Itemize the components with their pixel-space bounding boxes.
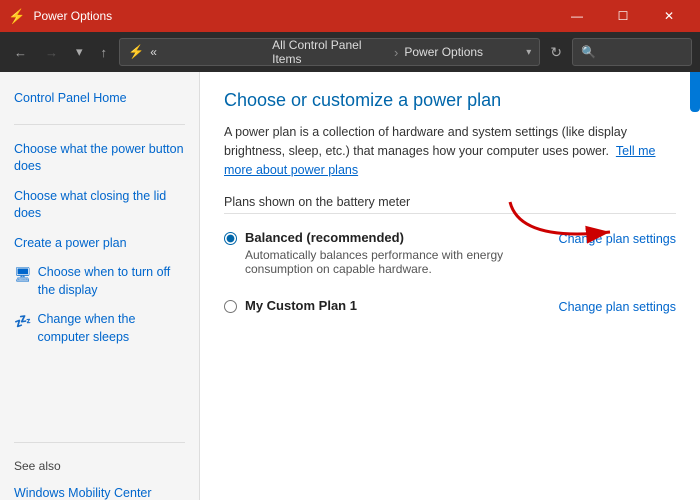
sleep-icon: 💤 xyxy=(14,312,31,332)
window-title: Power Options xyxy=(33,9,546,23)
display-icon: 🖥 xyxy=(14,265,32,285)
forward-button[interactable]: → xyxy=(39,41,64,64)
main-content: Control Panel Home Choose what the power… xyxy=(0,72,700,500)
title-bar: ⚡ Power Options — ☐ ✕ xyxy=(0,0,700,32)
page-title: Choose or customize a power plan xyxy=(224,90,676,111)
plan-desc-balanced: Automatically balances performance with … xyxy=(245,248,559,276)
plan-radio-balanced[interactable] xyxy=(224,232,237,245)
plan-row-custom: My Custom Plan 1 Change plan settings xyxy=(224,294,676,318)
address-part1: « xyxy=(150,45,266,59)
sidebar-item-label-2: Create a power plan xyxy=(14,235,127,253)
plan-name-custom: My Custom Plan 1 xyxy=(245,298,357,313)
sidebar-item-power-button[interactable]: Choose what the power button does xyxy=(0,135,199,182)
close-button[interactable]: ✕ xyxy=(646,0,692,32)
sidebar-item-label-1: Choose what closing the lid does xyxy=(14,188,185,223)
plan-row-balanced: Balanced (recommended) Automatically bal… xyxy=(224,226,676,280)
window-controls: — ☐ ✕ xyxy=(554,0,692,32)
breadcrumb-separator: › xyxy=(394,45,398,60)
plan-left-balanced: Balanced (recommended) Automatically bal… xyxy=(224,230,559,276)
app-icon: ⚡ xyxy=(8,8,25,25)
home-label: Control Panel Home xyxy=(14,90,127,108)
back-button[interactable]: ← xyxy=(8,41,33,64)
sidebar-item-lid[interactable]: Choose what closing the lid does xyxy=(0,182,199,229)
sidebar-divider-2 xyxy=(14,442,185,443)
see-also-label: See also xyxy=(0,453,199,479)
dropdown-button[interactable]: ▾ xyxy=(70,40,89,64)
address-bar: ← → ▾ ↑ ⚡ « All Control Panel Items › Po… xyxy=(0,32,700,72)
sidebar-link-mobility[interactable]: Windows Mobility Center xyxy=(0,479,199,500)
maximize-button[interactable]: ☐ xyxy=(600,0,646,32)
plan-name-balanced: Balanced (recommended) xyxy=(245,230,559,245)
refresh-button[interactable]: ↻ xyxy=(546,40,566,65)
sidebar: Control Panel Home Choose what the power… xyxy=(0,72,200,500)
change-plan-link-custom[interactable]: Change plan settings xyxy=(559,300,676,314)
up-button[interactable]: ↑ xyxy=(95,41,114,64)
sidebar-divider-1 xyxy=(14,124,185,125)
content-area: Choose or customize a power plan A power… xyxy=(200,72,700,500)
sidebar-item-label-0: Choose what the power button does xyxy=(14,141,185,176)
search-box[interactable]: 🔍 xyxy=(572,38,692,66)
plan-left-custom: My Custom Plan 1 xyxy=(224,298,559,313)
section-label: Plans shown on the battery meter xyxy=(224,195,676,214)
address-breadcrumb2: Power Options xyxy=(404,45,520,59)
address-chevron-icon[interactable]: ▾ xyxy=(526,47,531,58)
scrollbar-indicator[interactable] xyxy=(690,72,700,112)
sidebar-item-sleep[interactable]: 💤 Change when the computer sleeps xyxy=(0,305,199,352)
sidebar-item-display[interactable]: 🖥 Choose when to turn off the display xyxy=(0,258,199,305)
minimize-button[interactable]: — xyxy=(554,0,600,32)
address-field[interactable]: ⚡ « All Control Panel Items › Power Opti… xyxy=(119,38,540,66)
search-icon: 🔍 xyxy=(581,45,596,59)
content-description: A power plan is a collection of hardware… xyxy=(224,123,676,179)
change-plan-link-balanced[interactable]: Change plan settings xyxy=(559,232,676,246)
mobility-center-label: Windows Mobility Center xyxy=(14,485,152,500)
address-breadcrumb1: All Control Panel Items xyxy=(272,38,388,66)
plan-radio-custom[interactable] xyxy=(224,300,237,313)
sidebar-item-label-3: Choose when to turn off the display xyxy=(38,264,185,299)
sidebar-item-home[interactable]: Control Panel Home xyxy=(0,84,199,114)
sidebar-item-create-plan[interactable]: Create a power plan xyxy=(0,229,199,259)
sidebar-item-label-4: Change when the computer sleeps xyxy=(37,311,185,346)
